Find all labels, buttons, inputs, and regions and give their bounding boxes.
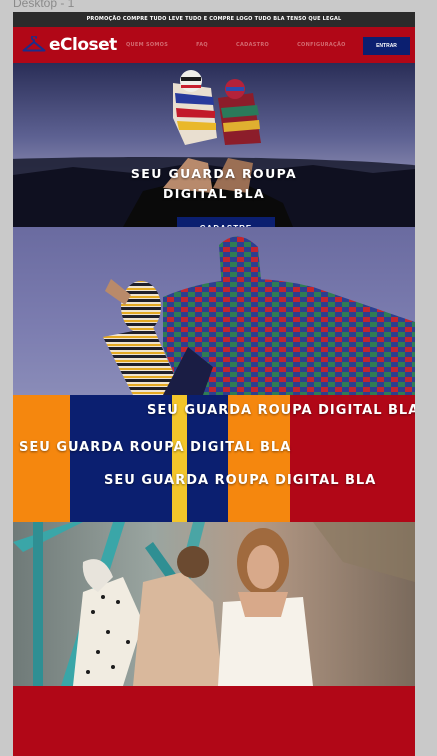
frame-label: Desktop - 1 bbox=[13, 0, 75, 10]
banner-text-2: SEU GUARDA ROUPA DIGITAL BLA bbox=[19, 440, 292, 455]
hero-title-line-1: SEU GUARDA ROUPA bbox=[130, 166, 298, 181]
nav-link-cadastro[interactable]: CADASTRO bbox=[236, 42, 269, 48]
banner-text-1: SEU GUARDA ROUPA DIGITAL BLA bbox=[147, 403, 415, 418]
footer-section bbox=[13, 686, 415, 756]
banner-text-3: SEU GUARDA ROUPA DIGITAL BLA bbox=[104, 473, 377, 488]
page-artboard: PROMOÇÃO COMPRE TUDO LEVE TUDO E COMPRE … bbox=[13, 12, 415, 756]
nav-link-faq[interactable]: FAQ bbox=[196, 42, 208, 48]
stripe-orange-left bbox=[13, 395, 70, 522]
model-illustration bbox=[103, 236, 415, 395]
promo-bar: PROMOÇÃO COMPRE TUDO LEVE TUDO E COMPRE … bbox=[13, 12, 415, 27]
lifestyle-photo bbox=[13, 522, 415, 686]
hanger-icon bbox=[22, 36, 46, 52]
stripe-banner: SEU GUARDA ROUPA DIGITAL BLA SEU GUARDA … bbox=[13, 395, 415, 522]
nav-link-quem-somos[interactable]: QUEM SOMOS bbox=[126, 42, 168, 48]
nav-link-configuracao[interactable]: CONFIGURAÇÃO bbox=[297, 42, 346, 48]
hero-image-model bbox=[13, 227, 415, 395]
brand-name: eCloset bbox=[49, 35, 117, 55]
hero-title-line-2: DIGITAL BLA bbox=[162, 186, 266, 201]
login-button[interactable]: ENTRAR bbox=[363, 37, 410, 55]
nav-links: QUEM SOMOS FAQ CADASTRO CONFIGURAÇÃO bbox=[126, 27, 374, 63]
hero-title: SEU GUARDA ROUPA DIGITAL BLA bbox=[13, 164, 415, 204]
top-navbar: eCloset QUEM SOMOS FAQ CADASTRO CONFIGUR… bbox=[13, 27, 415, 63]
lifestyle-illustration bbox=[13, 522, 415, 686]
brand-logo[interactable]: eCloset bbox=[22, 33, 117, 57]
